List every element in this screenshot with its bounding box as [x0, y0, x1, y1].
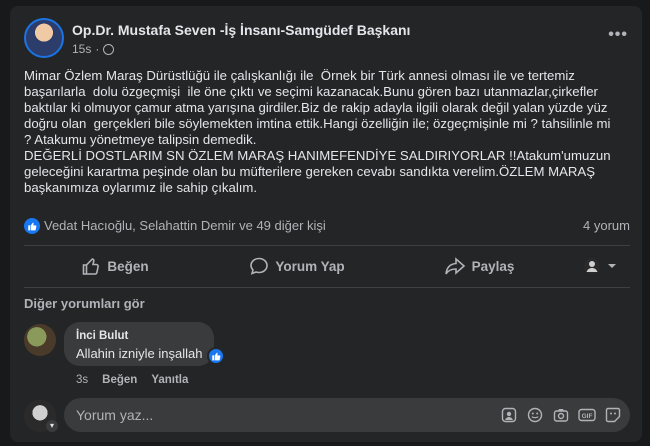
chevron-down-icon[interactable]: ▾ — [46, 420, 58, 432]
post-actions: Beğen Yorum Yap Paylaş — [24, 249, 630, 283]
share-icon — [444, 256, 466, 276]
share-label: Paylaş — [471, 258, 515, 274]
divider — [24, 245, 630, 246]
globe-icon — [103, 43, 115, 55]
comment-like-reaction-icon — [207, 347, 225, 365]
sticker-icon[interactable] — [604, 406, 622, 424]
post-body: Mimar Özlem Maraş Dürüstlüğü ile çalışka… — [24, 68, 611, 195]
emoji-icon[interactable] — [526, 406, 544, 424]
avatar-sticker-icon[interactable] — [500, 406, 518, 424]
comment-text: Allahin izniyle inşallah — [76, 346, 203, 361]
comment-composer: ▾ GIF — [24, 398, 630, 434]
comment-author[interactable]: İnci Bulut — [76, 330, 128, 342]
commenter-avatar[interactable] — [24, 324, 56, 356]
post-meta: 15s · — [72, 42, 115, 56]
thumbs-up-icon — [81, 256, 101, 276]
svg-text:GIF: GIF — [582, 413, 593, 420]
comments-count[interactable]: 4 yorum — [583, 218, 630, 233]
author-name[interactable]: Op.Dr. Mustafa Seven -İş İnsanı-Samgüdef… — [72, 22, 410, 38]
comment-reply-button[interactable]: Yanıtla — [151, 374, 188, 386]
share-button[interactable]: Paylaş — [388, 249, 570, 283]
gif-icon[interactable]: GIF — [578, 406, 596, 424]
composer-tools: GIF — [500, 406, 622, 424]
post-time[interactable]: 15s — [72, 42, 91, 56]
comment-like-button[interactable]: Beğen — [102, 374, 137, 386]
like-label: Beğen — [107, 258, 149, 274]
chevron-down-icon — [607, 261, 617, 271]
camera-icon[interactable] — [552, 406, 570, 424]
like-button[interactable]: Beğen — [24, 249, 206, 283]
view-more-comments-link[interactable]: Diğer yorumları gör — [24, 296, 145, 311]
comment-button[interactable]: Yorum Yap — [206, 249, 388, 283]
divider — [24, 287, 630, 288]
comment-icon — [249, 256, 269, 276]
audience-selector[interactable] — [570, 249, 630, 283]
like-reaction-icon — [24, 218, 40, 234]
reactors-summary[interactable]: Vedat Hacıoğlu, Selahattin Demir ve 49 d… — [44, 218, 326, 233]
more-options-button[interactable]: ••• — [608, 26, 628, 44]
comment-bubble: İnci Bulut Allahin izniyle inşallah — [64, 322, 214, 366]
comment-item: İnci Bulut Allahin izniyle inşallah 3s B… — [24, 322, 630, 394]
reactions-row: Vedat Hacıoğlu, Selahattin Demir ve 49 d… — [24, 216, 630, 238]
author-avatar[interactable] — [24, 18, 64, 58]
profile-avatar-icon — [583, 257, 601, 275]
comment-time[interactable]: 3s — [76, 374, 88, 386]
comment-label: Yorum Yap — [275, 258, 345, 274]
comment-meta: 3s Beğen Yanıtla — [76, 374, 188, 386]
post-card: Op.Dr. Mustafa Seven -İş İnsanı-Samgüdef… — [10, 6, 642, 442]
